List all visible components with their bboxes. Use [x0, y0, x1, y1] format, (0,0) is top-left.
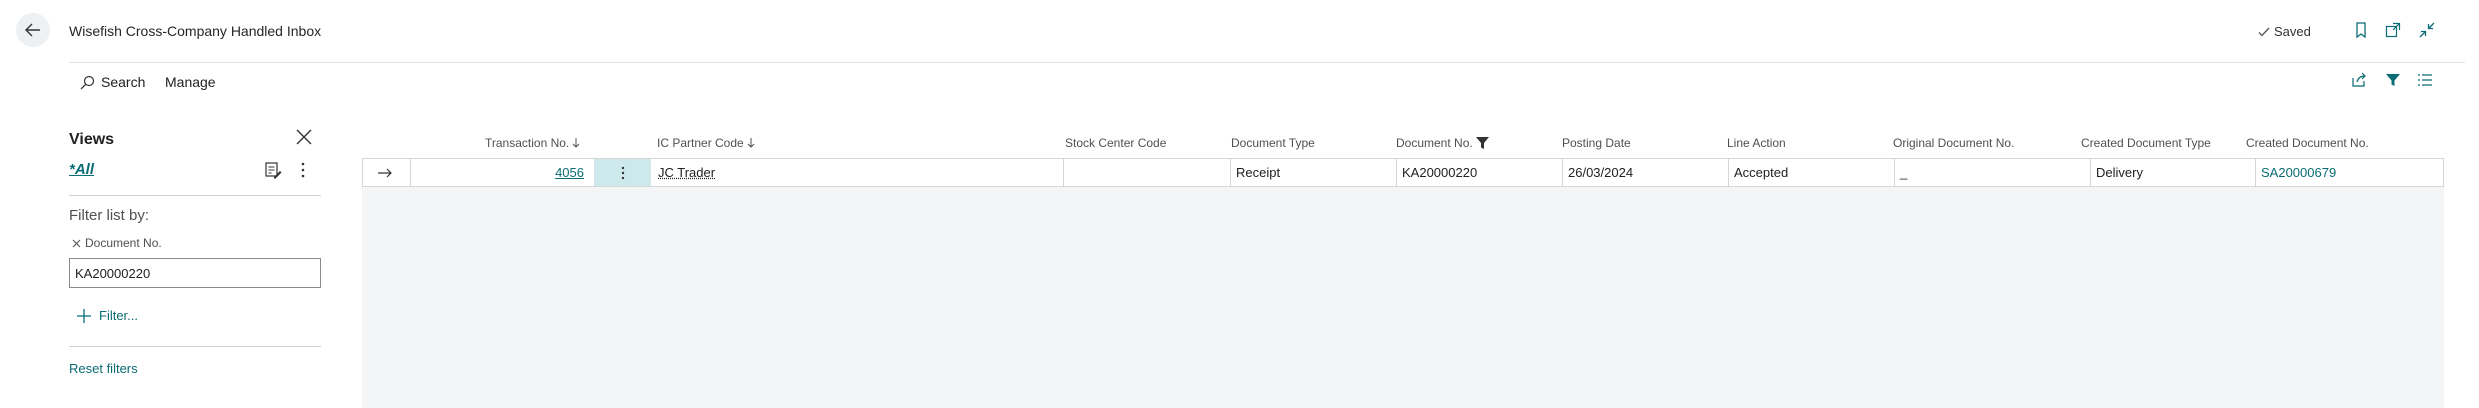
row-actions-button[interactable]: [594, 159, 651, 186]
created-document-no-value[interactable]: SA20000679: [2261, 165, 2336, 180]
more-vertical-icon[interactable]: [296, 160, 310, 180]
views-title: Views: [69, 131, 115, 148]
close-filter-pane-button[interactable]: [293, 126, 315, 148]
filter-icon: [1475, 137, 1489, 149]
plus-icon: [77, 308, 91, 323]
column-header-created-document-no[interactable]: Created Document No.: [2246, 136, 2369, 150]
original-document-no-cell[interactable]: _: [1900, 159, 1907, 186]
row-arrow-icon[interactable]: [370, 163, 400, 183]
document-no-filter-input[interactable]: [69, 258, 321, 288]
line-action-cell[interactable]: Accepted: [1734, 159, 1788, 186]
edit-view-icon[interactable]: [264, 161, 282, 179]
grid-area: [362, 158, 2444, 408]
divider: [69, 195, 321, 196]
page-title: Wisefish Cross-Company Handled Inbox: [69, 23, 322, 39]
column-header-original-document-no[interactable]: Original Document No.: [1893, 136, 2014, 150]
cell-divider: [2090, 159, 2091, 186]
column-header-transaction-no[interactable]: Transaction No.: [485, 136, 580, 150]
column-header-label: Transaction No.: [485, 136, 570, 150]
created-document-type-cell[interactable]: Delivery: [2096, 159, 2143, 186]
cell-divider: [1894, 159, 1895, 186]
posting-date-cell[interactable]: 26/03/2024: [1568, 159, 1633, 186]
column-header-label: IC Partner Code: [657, 136, 744, 150]
column-header-ic-partner-code[interactable]: IC Partner Code: [657, 136, 755, 150]
back-button[interactable]: [16, 13, 50, 47]
ic-partner-code-value[interactable]: JC Trader: [658, 165, 715, 180]
cell-divider: [1230, 159, 1231, 186]
manage-button[interactable]: Manage: [165, 74, 216, 90]
saved-label: Saved: [2274, 24, 2311, 39]
column-header-document-no[interactable]: Document No.: [1396, 136, 1489, 150]
search-button[interactable]: Search: [80, 74, 145, 90]
filter-icon[interactable]: [2384, 71, 2402, 89]
column-header-created-document-type[interactable]: Created Document Type: [2081, 136, 2211, 150]
action-bar-top-border: [69, 62, 2465, 63]
filter-field-label: Document No.: [72, 236, 162, 250]
filter-list-by-label: Filter list by:: [69, 207, 150, 224]
sort-descending-icon: [572, 138, 580, 148]
list-icon[interactable]: [2416, 71, 2434, 89]
cell-divider: [1728, 159, 1729, 186]
divider: [69, 346, 321, 347]
open-in-new-window-icon[interactable]: [2384, 21, 2402, 39]
filter-field-name: Document No.: [85, 236, 162, 250]
transaction-no-value[interactable]: 4056: [555, 165, 584, 180]
add-filter-label: Filter...: [99, 308, 139, 323]
created-document-no-cell[interactable]: SA20000679: [2261, 159, 2336, 186]
column-header-label: Document No.: [1396, 136, 1473, 150]
ic-partner-code-cell[interactable]: JC Trader: [658, 159, 715, 186]
reset-filters-link[interactable]: Reset filters: [69, 361, 138, 376]
search-icon: [80, 75, 95, 89]
sort-descending-icon: [747, 138, 755, 148]
add-filter-button[interactable]: Filter...: [77, 308, 138, 323]
cell-divider: [1396, 159, 1397, 186]
back-arrow-icon: [25, 23, 40, 37]
column-header-stock-center-code[interactable]: Stock Center Code: [1065, 136, 1166, 150]
remove-filter-icon[interactable]: [72, 239, 81, 248]
cell-divider: [2255, 159, 2256, 186]
share-icon[interactable]: [2350, 71, 2368, 89]
cell-divider: [1063, 159, 1064, 186]
document-no-cell[interactable]: KA20000220: [1402, 159, 1477, 186]
search-label: Search: [101, 74, 146, 90]
saved-status: Saved: [2258, 24, 2311, 39]
cell-divider: [410, 159, 411, 186]
column-header-document-type[interactable]: Document Type: [1231, 136, 1315, 150]
bookmark-icon[interactable]: [2352, 21, 2370, 39]
document-type-cell[interactable]: Receipt: [1236, 159, 1280, 186]
close-icon: [296, 129, 312, 145]
more-vertical-icon: [621, 166, 624, 179]
cell-divider: [1562, 159, 1563, 186]
transaction-no-cell[interactable]: 4056: [412, 159, 584, 186]
checkmark-icon: [2258, 27, 2270, 36]
collapse-icon[interactable]: [2418, 21, 2436, 39]
column-header-posting-date[interactable]: Posting Date: [1562, 136, 1631, 150]
column-header-line-action[interactable]: Line Action: [1727, 136, 1786, 150]
view-all-link[interactable]: *All: [69, 161, 94, 178]
